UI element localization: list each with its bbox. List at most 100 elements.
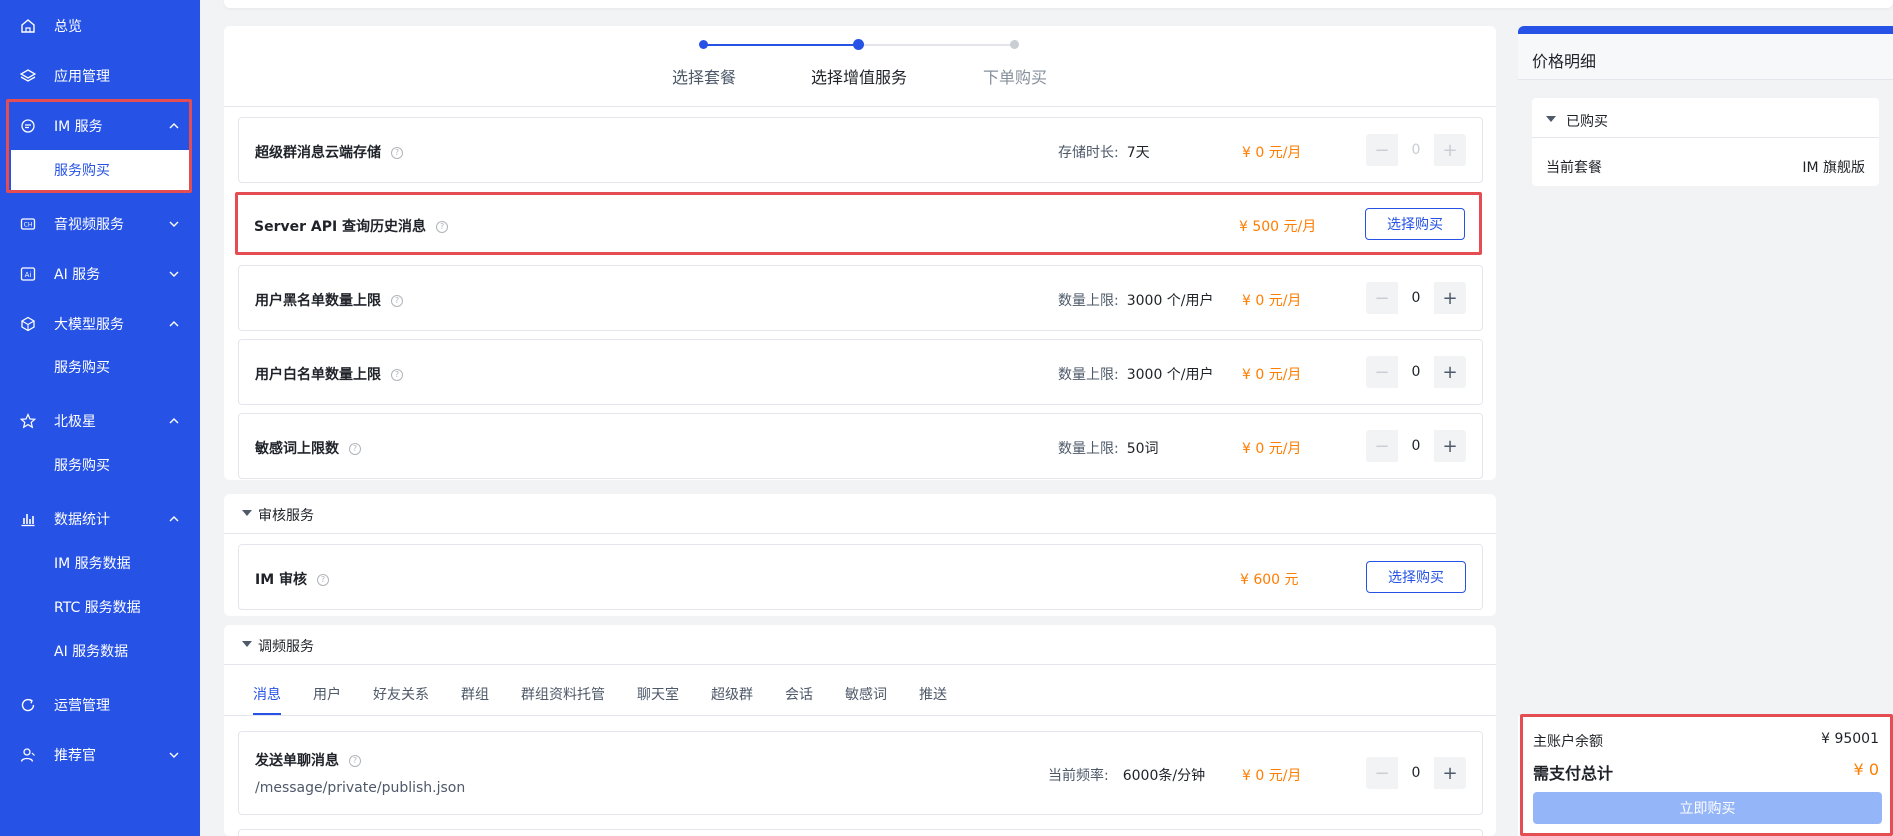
nav-app-management[interactable]: 应用管理 [0,56,200,96]
plus-button[interactable]: + [1434,757,1466,789]
layers-icon [20,68,36,84]
minus-button[interactable]: − [1366,430,1398,462]
step-label-3: 下单购买 [982,68,1048,87]
caret-down-icon [242,510,252,516]
chevron-up-icon [168,513,180,525]
quantity-stepper: − 0 + [1366,430,1466,462]
current-plan-value: IM 旗舰版 [1802,160,1865,176]
tab-chatroom[interactable]: 聊天室 [637,684,679,704]
help-icon[interactable]: ? [349,443,361,455]
row-price: ¥ 0 元/月 [1242,293,1302,309]
nav-operations[interactable]: 运营管理 [0,685,200,725]
minus-button[interactable]: − [1366,134,1398,166]
step-label-1[interactable]: 选择套餐 [672,64,736,88]
nav-sub-label: 服务购买 [54,458,110,474]
minus-button[interactable]: − [1366,757,1398,789]
freq-row-private-message: 发送单聊消息? /message/private/publish.json 当前… [238,731,1483,815]
tab-conversation[interactable]: 会话 [785,684,813,704]
tab-supergroup[interactable]: 超级群 [711,684,753,704]
section-freq-header[interactable]: 调频服务 [224,625,1496,665]
step-line-done [704,44,859,46]
quantity-value[interactable]: 0 [1398,356,1434,388]
help-icon[interactable]: ? [317,574,330,586]
step-label-2[interactable]: 选择增值服务 [811,64,907,88]
nav-label: 音视频服务 [54,217,124,233]
payment-summary: 主账户余额 ¥ 95001 需支付总计 ¥ 0 立即购买 [1518,716,1893,836]
help-icon[interactable]: ? [391,295,403,307]
svg-text:Ai: Ai [25,271,32,279]
tab-active-indicator [253,713,281,715]
select-buy-button[interactable]: 选择购买 [1365,208,1465,240]
nav-overview[interactable]: 总览 [0,6,200,46]
buy-now-button[interactable]: 立即购买 [1533,792,1882,824]
help-icon[interactable]: ? [436,221,449,233]
nav-sub-polaris-buy[interactable]: 服务购买 [0,447,200,483]
row-meta: 数量上限: 3000 个/用户 [1058,367,1214,383]
plus-button[interactable]: + [1434,134,1466,166]
nav-ai-service[interactable]: Ai AI 服务 [0,254,200,294]
caret-down-icon [242,641,252,647]
star-icon [20,413,36,429]
steps-divider [224,106,1496,107]
nav-sub-label: 服务购买 [54,163,110,179]
step-dot-1 [699,40,708,49]
total-label: 需支付总计 [1533,764,1614,783]
nav-sub-label: AI 服务数据 [54,644,129,660]
nav-sub-stat-ai[interactable]: AI 服务数据 [0,633,200,669]
quantity-stepper: − 0 + [1366,356,1466,388]
nav-label: 运营管理 [54,698,110,714]
addon-row-blacklist: 用户黑名单数量上限? 数量上限: 3000 个/用户 ¥ 0 元/月 − 0 + [238,265,1483,331]
help-icon[interactable]: ? [349,755,361,767]
nav-polaris[interactable]: 北极星 [0,401,200,441]
addon-row-sensitive-words: 敏感词上限数? 数量上限: 50词 ¥ 0 元/月 − 0 + [238,413,1483,479]
nav-sub-label: 服务购买 [54,360,110,376]
nav-sub-stat-rtc[interactable]: RTC 服务数据 [0,589,200,625]
plus-button[interactable]: + [1434,356,1466,388]
tab-group[interactable]: 群组 [461,684,489,704]
nav-sub-label: RTC 服务数据 [54,600,141,616]
nav-label: 数据统计 [54,512,110,528]
tab-user[interactable]: 用户 [313,684,341,704]
nav-label: 北极星 [54,414,96,430]
nav-llm-service[interactable]: 大模型服务 [0,304,200,344]
step-dot-2 [853,39,864,50]
tab-group-hosting[interactable]: 群组资料托管 [521,684,605,704]
nav-sub-stat-im[interactable]: IM 服务数据 [0,545,200,581]
quantity-value[interactable]: 0 [1398,430,1434,462]
nav-referrer[interactable]: 推荐官 [0,735,200,775]
caret-down-icon[interactable] [1546,116,1556,122]
row-price: ¥ 0 元/月 [1242,441,1302,457]
row-meta: 数量上限: 3000 个/用户 [1058,293,1214,309]
section-title: 审核服务 [258,508,314,524]
nav-im-service[interactable]: IM 服务 [0,106,200,146]
chevron-down-icon [168,749,180,761]
tab-sensitive-words[interactable]: 敏感词 [845,684,887,704]
quantity-value[interactable]: 0 [1398,134,1434,166]
quantity-value[interactable]: 0 [1398,282,1434,314]
plus-button[interactable]: + [1434,430,1466,462]
chevron-up-icon [168,120,180,132]
section-audit-header[interactable]: 审核服务 [224,494,1496,534]
plus-button[interactable]: + [1434,282,1466,314]
tab-message[interactable]: 消息 [253,684,281,704]
price-detail-title: 价格明细 [1532,52,1597,71]
video-icon: CH [20,216,36,232]
purchased-label[interactable]: 已购买 [1566,111,1608,131]
addon-row-im-audit: IM 审核? ¥ 600 元 选择购买 [238,544,1483,610]
minus-button[interactable]: − [1366,282,1398,314]
svg-text:CH: CH [24,222,33,229]
nav-data-stats[interactable]: 数据统计 [0,499,200,539]
divider [1532,137,1879,138]
tab-push[interactable]: 推送 [919,684,947,704]
freq-row-next [238,829,1483,836]
help-icon[interactable]: ? [391,147,403,159]
nav-sub-llm-buy[interactable]: 服务购买 [0,349,200,385]
nav-av-service[interactable]: CH 音视频服务 [0,204,200,244]
help-icon[interactable]: ? [391,369,403,381]
select-buy-button[interactable]: 选择购买 [1366,561,1466,593]
tab-friends[interactable]: 好友关系 [373,684,429,704]
nav-sub-im-buy[interactable]: 服务购买 [11,150,189,190]
minus-button[interactable]: − [1366,356,1398,388]
step-dot-3 [1010,40,1019,49]
quantity-value[interactable]: 0 [1398,757,1434,789]
